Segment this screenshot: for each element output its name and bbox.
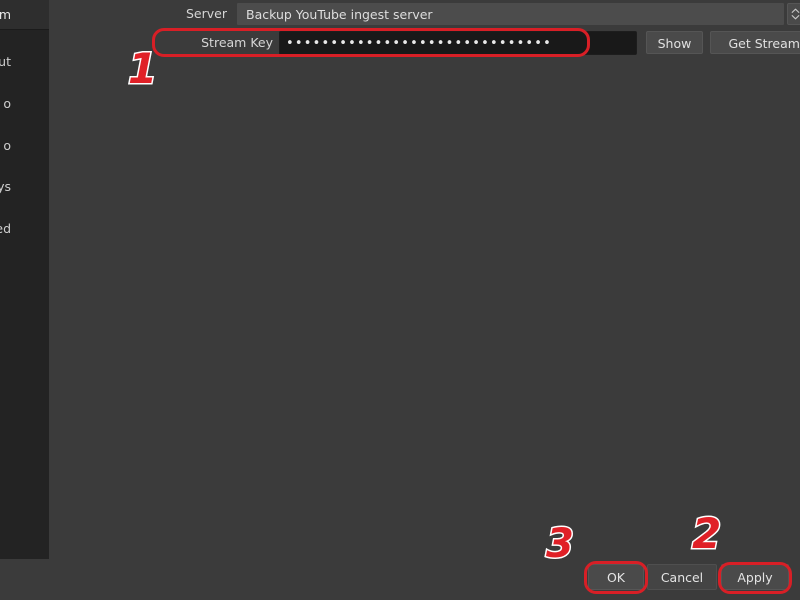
sidebar-item-output[interactable]: ut bbox=[0, 47, 49, 77]
clipped-bottom-text bbox=[148, 595, 244, 600]
sidebar-item-label: ut bbox=[0, 54, 11, 69]
stream-key-row: Stream Key •••••••••••••••••••••••••••••… bbox=[159, 31, 800, 55]
server-select[interactable]: Backup YouTube ingest server bbox=[237, 3, 784, 25]
server-select-value: Backup YouTube ingest server bbox=[246, 6, 433, 22]
settings-sidebar: m ut o o eys nced bbox=[0, 0, 49, 559]
sidebar-item-advanced[interactable]: nced bbox=[0, 214, 49, 244]
show-stream-key-button[interactable]: Show bbox=[646, 31, 703, 54]
server-label: Server bbox=[186, 6, 227, 21]
ok-button[interactable]: OK bbox=[588, 564, 644, 590]
stream-settings-panel: Server Backup YouTube ingest server Stre… bbox=[49, 0, 800, 600]
cancel-button[interactable]: Cancel bbox=[647, 564, 717, 590]
server-row: Server Backup YouTube ingest server bbox=[159, 3, 800, 25]
stream-key-input[interactable]: •••••••••••••••••••••••••••••• bbox=[279, 31, 637, 55]
sidebar-item-label: nced bbox=[0, 221, 11, 236]
get-stream-key-button[interactable]: Get Stream Key bbox=[710, 31, 800, 54]
sidebar-item-audio[interactable]: o bbox=[0, 89, 49, 119]
sidebar-item-label: o bbox=[3, 138, 11, 153]
apply-button[interactable]: Apply bbox=[721, 564, 789, 590]
sidebar-item-label: o bbox=[3, 96, 11, 111]
spinner-up-down-icon[interactable] bbox=[787, 3, 800, 25]
sidebar-item-stream[interactable]: m bbox=[0, 0, 49, 30]
sidebar-item-label: m bbox=[0, 7, 11, 22]
stream-key-label: Stream Key bbox=[201, 35, 273, 50]
sidebar-item-label: eys bbox=[0, 179, 11, 194]
sidebar-item-video[interactable]: o bbox=[0, 131, 49, 161]
stream-key-masked-value: •••••••••••••••••••••••••••••• bbox=[286, 35, 553, 51]
sidebar-item-hotkeys[interactable]: eys bbox=[0, 172, 49, 202]
dialog-button-bar: OK Cancel Apply bbox=[0, 562, 800, 600]
